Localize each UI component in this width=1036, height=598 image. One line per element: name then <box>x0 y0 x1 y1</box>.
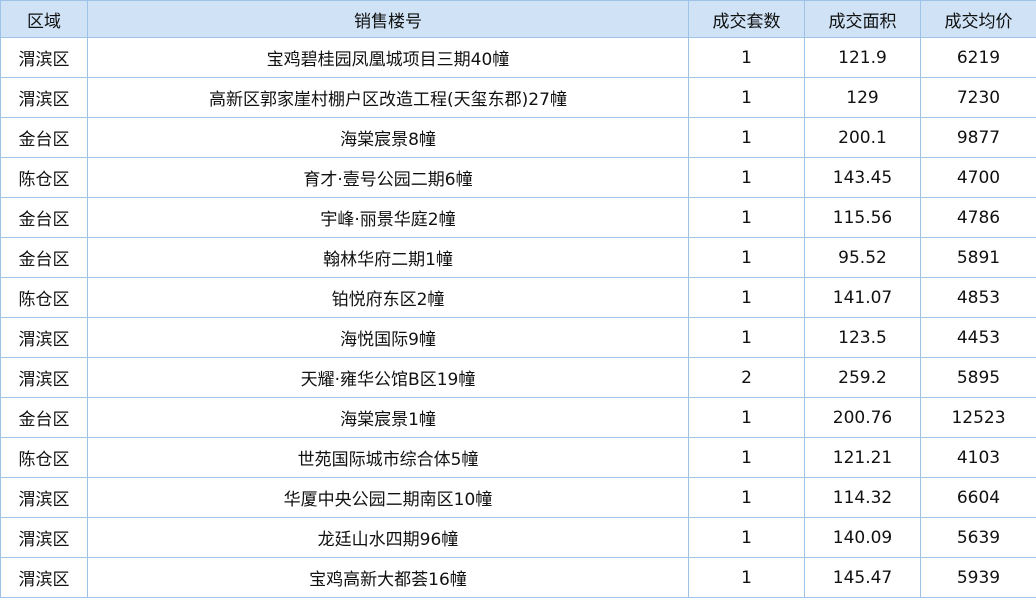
column-header-area-size: 成交面积 <box>805 1 921 38</box>
cell-units: 1 <box>689 238 805 278</box>
cell-size: 141.07 <box>805 278 921 318</box>
cell-size: 200.76 <box>805 398 921 438</box>
cell-units: 1 <box>689 398 805 438</box>
cell-building: 海棠宸景8幢 <box>88 118 689 158</box>
table-row: 金台区海棠宸景1幢1200.7612523 <box>1 398 1036 438</box>
table-row: 陈仓区育才·壹号公园二期6幢1143.454700 <box>1 158 1036 198</box>
column-header-avg-price: 成交均价 <box>921 1 1036 38</box>
cell-area: 渭滨区 <box>1 318 88 358</box>
cell-units: 1 <box>689 478 805 518</box>
table-row: 渭滨区天耀·雍华公馆B区19幢2259.25895 <box>1 358 1036 398</box>
cell-units: 1 <box>689 278 805 318</box>
cell-size: 121.9 <box>805 38 921 78</box>
cell-price: 4103 <box>921 438 1036 478</box>
cell-units: 1 <box>689 558 805 598</box>
cell-building: 宝鸡碧桂园凤凰城项目三期40幢 <box>88 38 689 78</box>
cell-units: 1 <box>689 38 805 78</box>
cell-building: 铂悦府东区2幢 <box>88 278 689 318</box>
cell-building: 龙廷山水四期96幢 <box>88 518 689 558</box>
cell-price: 4786 <box>921 198 1036 238</box>
cell-area: 渭滨区 <box>1 518 88 558</box>
cell-price: 9877 <box>921 118 1036 158</box>
cell-price: 5639 <box>921 518 1036 558</box>
cell-area: 渭滨区 <box>1 78 88 118</box>
cell-area: 渭滨区 <box>1 38 88 78</box>
cell-price: 4853 <box>921 278 1036 318</box>
cell-building: 华厦中央公园二期南区10幢 <box>88 478 689 518</box>
cell-units: 1 <box>689 78 805 118</box>
table-row: 金台区宇峰·丽景华庭2幢1115.564786 <box>1 198 1036 238</box>
cell-area: 金台区 <box>1 198 88 238</box>
cell-size: 121.21 <box>805 438 921 478</box>
cell-area: 金台区 <box>1 398 88 438</box>
cell-building: 海棠宸景1幢 <box>88 398 689 438</box>
cell-area: 陈仓区 <box>1 278 88 318</box>
cell-size: 200.1 <box>805 118 921 158</box>
cell-size: 114.32 <box>805 478 921 518</box>
cell-price: 5891 <box>921 238 1036 278</box>
table-row: 渭滨区高新区郭家崖村棚户区改造工程(天玺东郡)27幢11297230 <box>1 78 1036 118</box>
column-header-building: 销售楼号 <box>88 1 689 38</box>
cell-units: 1 <box>689 158 805 198</box>
cell-size: 140.09 <box>805 518 921 558</box>
column-header-units: 成交套数 <box>689 1 805 38</box>
table-row: 渭滨区宝鸡高新大都荟16幢1145.475939 <box>1 558 1036 598</box>
cell-units: 1 <box>689 118 805 158</box>
cell-price: 6219 <box>921 38 1036 78</box>
cell-price: 6604 <box>921 478 1036 518</box>
cell-price: 4453 <box>921 318 1036 358</box>
cell-size: 115.56 <box>805 198 921 238</box>
cell-area: 陈仓区 <box>1 438 88 478</box>
cell-area: 渭滨区 <box>1 558 88 598</box>
cell-area: 金台区 <box>1 238 88 278</box>
table-row: 金台区海棠宸景8幢1200.19877 <box>1 118 1036 158</box>
table-body: 渭滨区宝鸡碧桂园凤凰城项目三期40幢1121.96219 渭滨区高新区郭家崖村棚… <box>1 38 1036 598</box>
table-row: 渭滨区宝鸡碧桂园凤凰城项目三期40幢1121.96219 <box>1 38 1036 78</box>
cell-building: 海悦国际9幢 <box>88 318 689 358</box>
header-row: 区域 销售楼号 成交套数 成交面积 成交均价 <box>1 1 1036 38</box>
cell-building: 天耀·雍华公馆B区19幢 <box>88 358 689 398</box>
table-row: 陈仓区世苑国际城市综合体5幢1121.214103 <box>1 438 1036 478</box>
cell-price: 12523 <box>921 398 1036 438</box>
cell-building: 翰林华府二期1幢 <box>88 238 689 278</box>
column-header-area: 区域 <box>1 1 88 38</box>
cell-units: 1 <box>689 318 805 358</box>
cell-area: 渭滨区 <box>1 478 88 518</box>
cell-area: 渭滨区 <box>1 358 88 398</box>
cell-units: 1 <box>689 438 805 478</box>
sales-table: 区域 销售楼号 成交套数 成交面积 成交均价 渭滨区宝鸡碧桂园凤凰城项目三期40… <box>0 0 1036 598</box>
table-row: 渭滨区海悦国际9幢1123.54453 <box>1 318 1036 358</box>
cell-units: 1 <box>689 518 805 558</box>
cell-size: 129 <box>805 78 921 118</box>
cell-size: 123.5 <box>805 318 921 358</box>
cell-units: 1 <box>689 198 805 238</box>
cell-area: 金台区 <box>1 118 88 158</box>
cell-area: 陈仓区 <box>1 158 88 198</box>
cell-size: 143.45 <box>805 158 921 198</box>
table-row: 渭滨区龙廷山水四期96幢1140.095639 <box>1 518 1036 558</box>
table-row: 渭滨区华厦中央公园二期南区10幢1114.326604 <box>1 478 1036 518</box>
cell-building: 育才·壹号公园二期6幢 <box>88 158 689 198</box>
cell-size: 95.52 <box>805 238 921 278</box>
cell-price: 5895 <box>921 358 1036 398</box>
cell-size: 259.2 <box>805 358 921 398</box>
table-row: 金台区翰林华府二期1幢195.525891 <box>1 238 1036 278</box>
cell-price: 7230 <box>921 78 1036 118</box>
cell-building: 宝鸡高新大都荟16幢 <box>88 558 689 598</box>
table-row: 陈仓区铂悦府东区2幢1141.074853 <box>1 278 1036 318</box>
cell-building: 高新区郭家崖村棚户区改造工程(天玺东郡)27幢 <box>88 78 689 118</box>
cell-units: 2 <box>689 358 805 398</box>
cell-building: 世苑国际城市综合体5幢 <box>88 438 689 478</box>
cell-building: 宇峰·丽景华庭2幢 <box>88 198 689 238</box>
cell-price: 4700 <box>921 158 1036 198</box>
cell-price: 5939 <box>921 558 1036 598</box>
cell-size: 145.47 <box>805 558 921 598</box>
